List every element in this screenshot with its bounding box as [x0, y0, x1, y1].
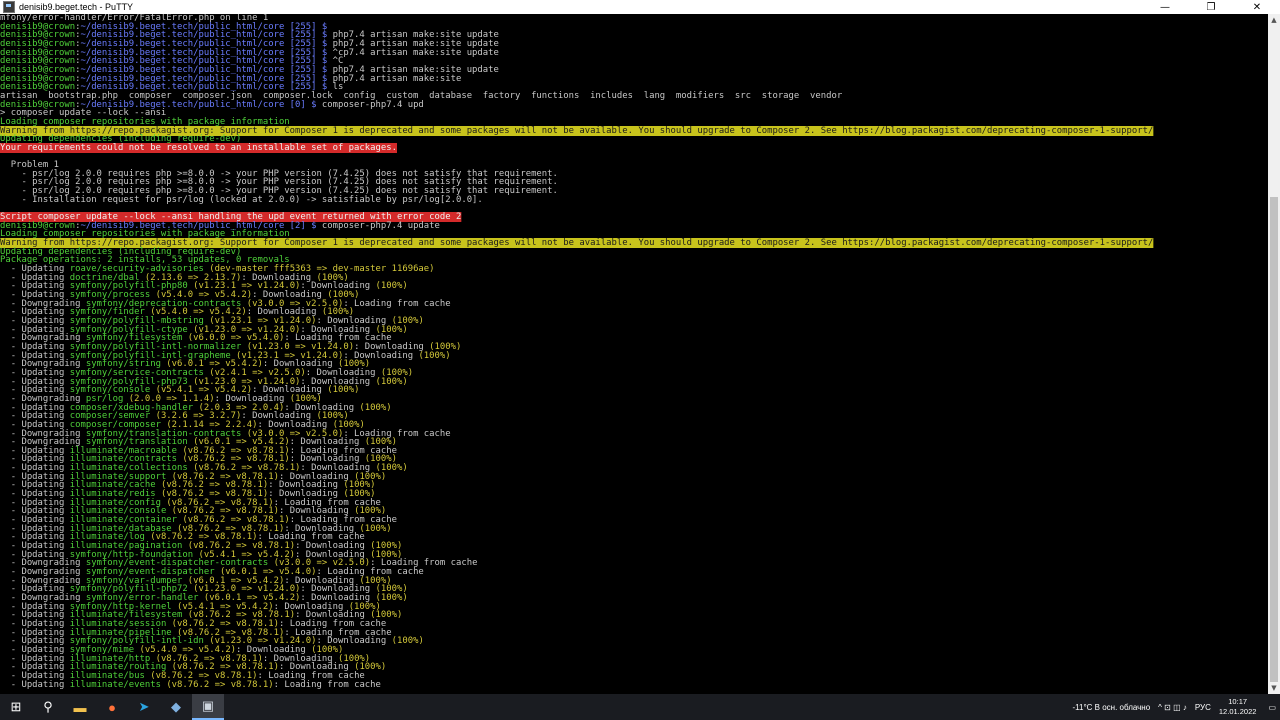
scrollbar-thumb[interactable] [1270, 196, 1278, 682]
window-titlebar[interactable]: denisib9.beget.tech - PuTTY — ❐ ✕ [0, 0, 1280, 14]
file-explorer-icon[interactable]: ▬ [64, 694, 96, 720]
clock[interactable]: 10:17 12.01.2022 [1219, 697, 1257, 717]
telegram-icon[interactable]: ➤ [128, 694, 160, 720]
terminal-text: (100%) [391, 636, 424, 647]
terminal-text: Your requirements could not be resolved … [0, 142, 397, 153]
tray-icons[interactable]: ^ ⊡ ◫ ♪ [1158, 703, 1187, 712]
terminal-text: composer-php7.4 upd [316, 99, 424, 110]
terminal-output[interactable]: mfony/error-handler/Error/FatalError.php… [0, 14, 1268, 694]
weather-widget[interactable]: -11°C В осн. облачно [1072, 703, 1150, 712]
scroll-down-icon[interactable]: ▼ [1268, 682, 1280, 694]
system-tray: -11°C В осн. облачно ^ ⊡ ◫ ♪ РУС 10:17 1… [1068, 694, 1280, 720]
terminal-line: Your requirements could not be resolved … [0, 142, 1255, 153]
terminal-text: (100%) [359, 402, 392, 413]
putty-app-icon[interactable] [3, 1, 15, 13]
notification-icon[interactable]: ▭ [1268, 703, 1276, 712]
window-controls: — ❐ ✕ [1142, 0, 1280, 14]
terminal-text: (v8.76.2 => v8.78.1) [160, 679, 274, 690]
scroll-up-icon[interactable]: ▲ [1268, 14, 1280, 26]
terminal-text: - Installation request for psr/log (lock… [0, 194, 483, 205]
terminal-text: (100%) [375, 376, 408, 387]
terminal-text: php7.4 artisan make:site [327, 73, 462, 84]
terminal-text: composer-php7.4 update [316, 220, 440, 231]
terminal-text: (100%) [418, 350, 451, 361]
minimize-button[interactable]: — [1142, 0, 1188, 14]
close-button[interactable]: ✕ [1234, 0, 1280, 14]
clock-date: 12.01.2022 [1218, 707, 1257, 716]
window-title: denisib9.beget.tech - PuTTY [19, 2, 134, 12]
taskbar: ⊞ ⚲ ▬ ● ➤ ◆ ▣ -11°C В осн. облачно ^ ⊡ ◫ ♪ РУС… [0, 694, 1280, 720]
windows-start-icon[interactable]: ⊞ [0, 694, 32, 720]
taskbar-apps: ⊞ ⚲ ▬ ● ➤ ◆ ▣ [0, 694, 224, 720]
vertical-scrollbar[interactable]: ▲ ▼ [1268, 14, 1280, 694]
clock-time: 10:17 [1228, 697, 1248, 706]
terminal-text: (100%) [375, 281, 408, 292]
search-icon[interactable]: ⚲ [32, 694, 64, 720]
terminal-text: ^cp7.4 artisan make:site update [327, 47, 499, 58]
terminal-text: : Loading from cache [343, 298, 451, 309]
terminal-line: denisib9@crown:~/denisib9.beget.tech/pub… [0, 99, 1255, 110]
app-icon[interactable]: ◆ [160, 694, 192, 720]
terminal-text: illuminate/events [69, 679, 161, 690]
maximize-button[interactable]: ❐ [1188, 0, 1234, 14]
putty-icon[interactable]: ▣ [192, 694, 224, 720]
terminal-text: : Loading from cache [273, 679, 381, 690]
language-indicator[interactable]: РУС [1195, 703, 1211, 712]
terminal-text: - Updating [0, 679, 70, 690]
terminal-line: - Installation request for psr/log (lock… [0, 194, 1255, 205]
terminal-text: (100%) [327, 385, 360, 396]
firefox-icon[interactable]: ● [96, 694, 128, 720]
terminal-line: - Updating illuminate/events (v8.76.2 =>… [0, 679, 1255, 690]
